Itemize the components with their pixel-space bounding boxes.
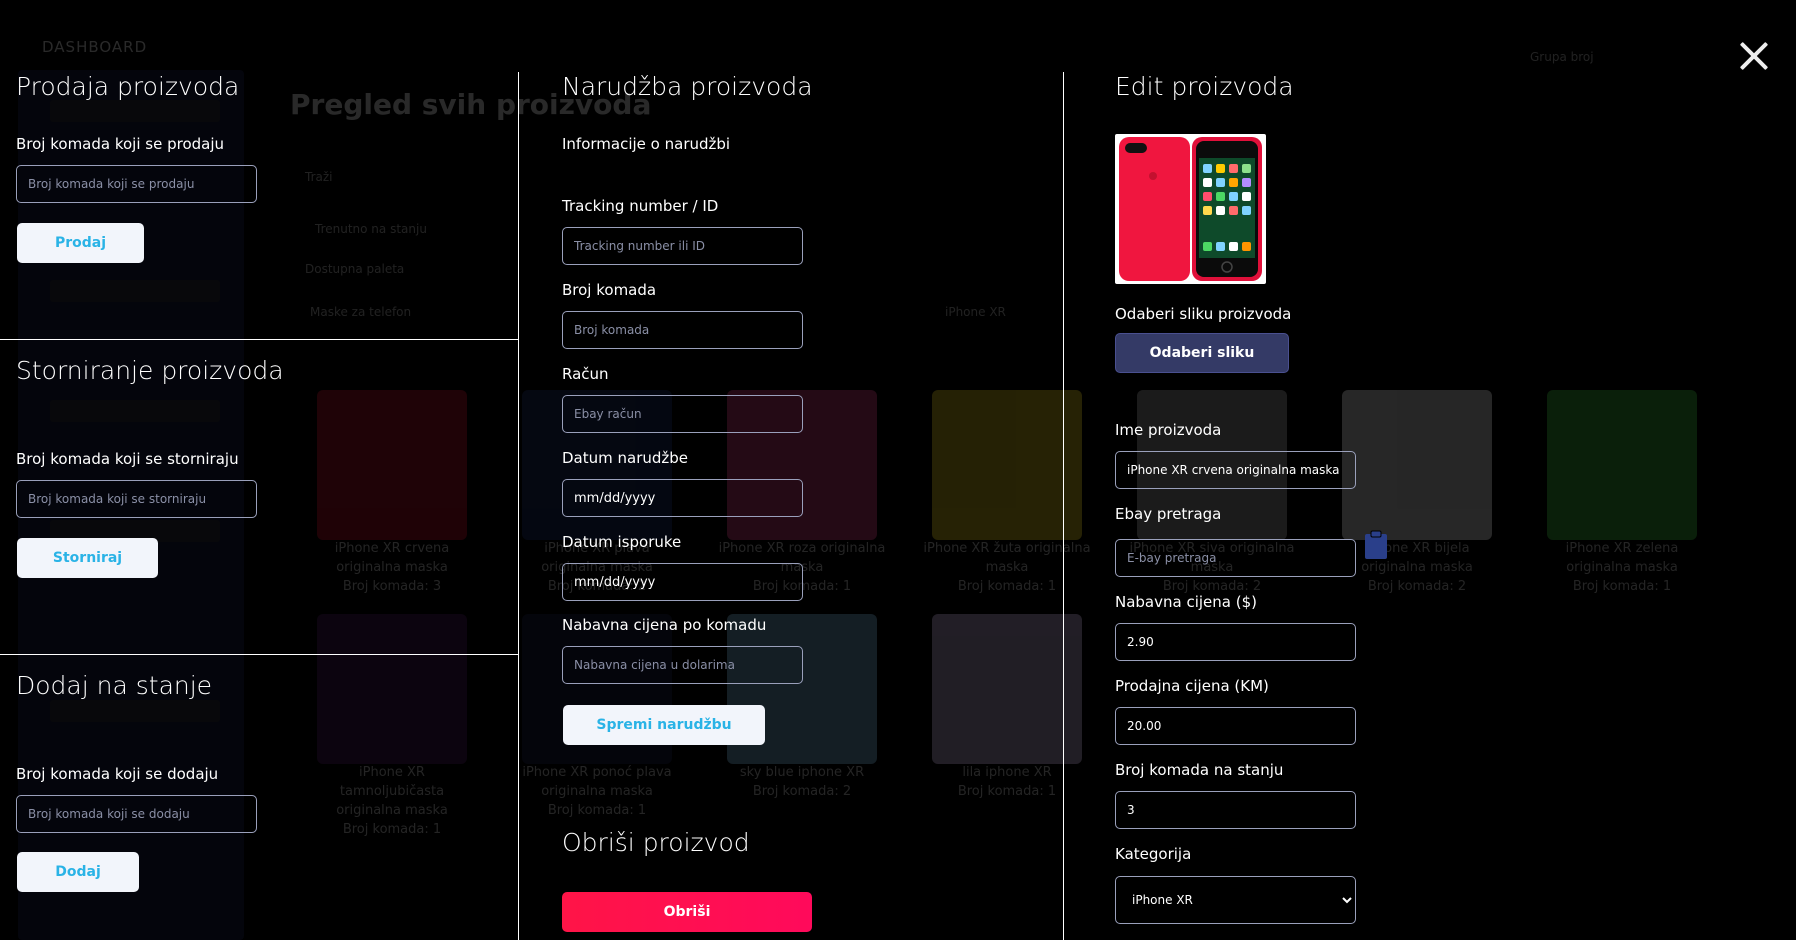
add-stock-qty-input[interactable] xyxy=(16,795,257,833)
column-divider xyxy=(1063,72,1064,940)
column-divider xyxy=(518,72,519,940)
product-name-label: Ime proizvoda xyxy=(1115,421,1222,439)
storno-button[interactable]: Storniraj xyxy=(17,538,158,578)
delivery-date-input[interactable] xyxy=(562,563,803,601)
order-qty-input[interactable] xyxy=(562,311,803,349)
order-title: Narudžba proizvoda xyxy=(562,72,813,101)
filter-label: Maske za telefon xyxy=(310,305,412,319)
stock-input[interactable] xyxy=(1115,791,1356,829)
clipboard-icon[interactable] xyxy=(1364,530,1388,560)
background-dashboard: DASHBOARD Pregled svih proizvoda Grupa b… xyxy=(0,0,1796,940)
sale-qty-input[interactable] xyxy=(16,165,257,203)
sidebar-item xyxy=(50,100,220,122)
sell-price-label: Prodajna cijena (KM) xyxy=(1115,677,1269,695)
brand-logo: DASHBOARD xyxy=(42,38,148,56)
iphone-case-icon xyxy=(1119,137,1262,281)
product-card-image xyxy=(1547,390,1697,540)
add-stock-title: Dodaj na stanje xyxy=(16,671,213,700)
sell-button[interactable]: Prodaj xyxy=(17,223,144,263)
add-stock-qty-label: Broj komada koji se dodaju xyxy=(16,765,219,783)
category-label: Kategorija xyxy=(1115,845,1192,863)
buy-price-input[interactable] xyxy=(1115,623,1356,661)
add-stock-button[interactable]: Dodaj xyxy=(17,852,139,892)
cancel-qty-label: Broj komada koji se storniraju xyxy=(16,450,239,468)
choose-image-button[interactable]: Odaberi sliku xyxy=(1115,333,1289,373)
cancel-title: Storniranje proizvoda xyxy=(16,356,284,385)
account-input[interactable] xyxy=(562,395,803,433)
delete-title: Obriši proizvod xyxy=(562,828,750,857)
ebay-search-label: Ebay pretraga xyxy=(1115,505,1222,523)
product-image xyxy=(1115,134,1266,284)
product-card-label: iPhone XR crvena originalna maska Broj ko… xyxy=(334,541,450,594)
product-card-label: lila iphone XR Broj komada: 1 xyxy=(957,765,1057,799)
order-date-input[interactable] xyxy=(562,479,803,517)
filter-label: Traži xyxy=(305,170,333,184)
product-name-input[interactable] xyxy=(1115,451,1356,489)
section-divider xyxy=(0,654,519,655)
product-card-image xyxy=(932,390,1082,540)
sidebar-item xyxy=(50,280,220,302)
product-card-label: iPhone XR žuta originalna maska Broj koma… xyxy=(923,541,1091,594)
section-divider xyxy=(0,339,519,340)
product-card-image xyxy=(1342,390,1492,540)
product-card-label: iPhone XR bijela originalna maska Broj ko… xyxy=(1361,541,1473,594)
category-select[interactable]: iPhone XR xyxy=(1115,876,1356,924)
order-qty-label: Broj komada xyxy=(562,281,657,299)
product-card-label: iPhone XR ponoć plava originalna maska Br… xyxy=(522,765,672,818)
filter-label: Trenutno na stanju xyxy=(315,222,427,236)
sidebar-item xyxy=(50,400,220,422)
unit-price-input[interactable] xyxy=(562,646,803,684)
close-icon[interactable] xyxy=(1738,40,1770,72)
sidebar-item xyxy=(50,700,220,722)
buy-price-label: Nabavna cijena ($) xyxy=(1115,593,1257,611)
tracking-input[interactable] xyxy=(562,227,803,265)
product-card-image xyxy=(317,614,467,764)
cancel-qty-input[interactable] xyxy=(16,480,257,518)
product-card-label: sky blue iphone XR Broj komada: 2 xyxy=(739,765,865,799)
save-order-button[interactable]: Spremi narudžbu xyxy=(563,705,765,745)
product-card-label: iPhone XR zelena originalna maska Broj ko… xyxy=(1565,541,1679,594)
group-select: Grupa broj xyxy=(1530,50,1594,64)
account-label: Račun xyxy=(562,365,609,383)
product-card-label: iPhone XR tamnoljubičasta originalna mas… xyxy=(336,765,448,837)
product-card-image xyxy=(317,390,467,540)
delivery-date-label: Datum isporuke xyxy=(562,533,682,551)
product-card-image xyxy=(932,614,1082,764)
ebay-search-input[interactable] xyxy=(1115,539,1356,577)
stock-label: Broj komada na stanju xyxy=(1115,761,1284,779)
sale-title: Prodaja proizvoda xyxy=(16,72,240,101)
tracking-label: Tracking number / ID xyxy=(562,197,719,215)
sell-price-input[interactable] xyxy=(1115,707,1356,745)
delete-button[interactable]: Obriši xyxy=(562,892,812,932)
unit-price-label: Nabavna cijena po komadu xyxy=(562,616,767,634)
edit-title: Edit proizvoda xyxy=(1115,72,1294,101)
filter-label: Dostupna paleta xyxy=(305,262,405,276)
order-date-label: Datum narudžbe xyxy=(562,449,689,467)
order-subtitle: Informacije o narudžbi xyxy=(562,135,731,153)
image-label: Odaberi sliku proizvoda xyxy=(1115,305,1292,323)
sale-qty-label: Broj komada koji se prodaju xyxy=(16,135,225,153)
filter-value: iPhone XR xyxy=(945,305,1006,319)
